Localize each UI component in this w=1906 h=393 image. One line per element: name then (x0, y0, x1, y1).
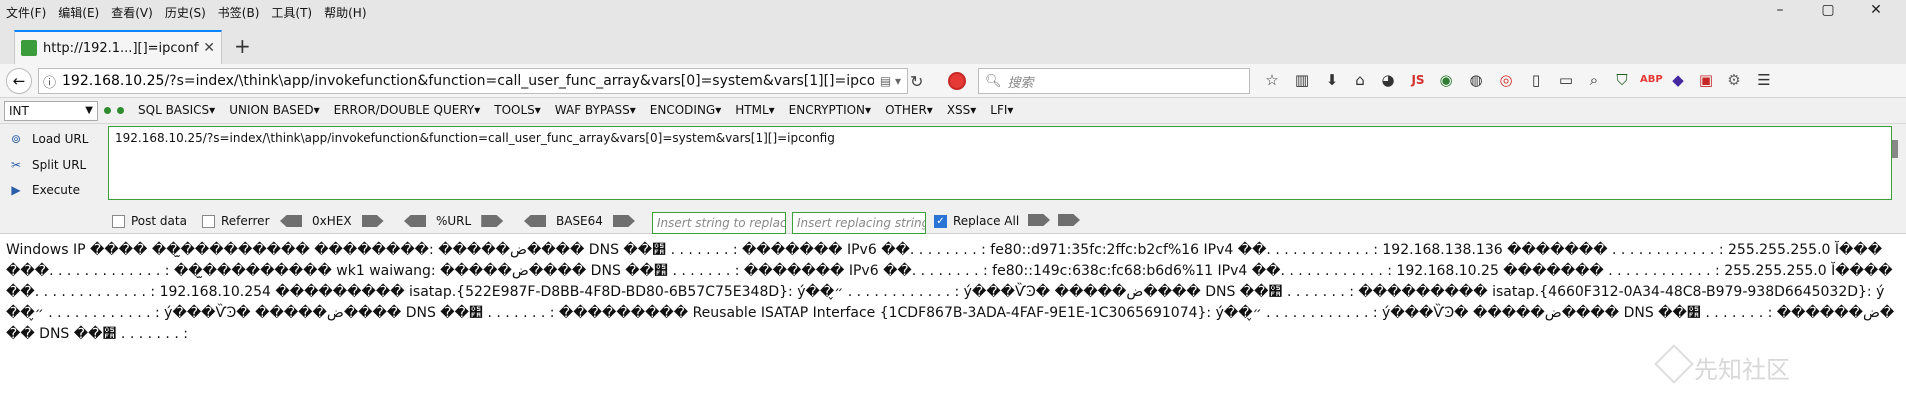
minimize-button[interactable]: – (1760, 2, 1800, 24)
menu-bookmarks[interactable]: 书签(B) (212, 4, 266, 21)
menu-sql-basics[interactable]: SQL BASICS▾ (138, 103, 215, 117)
menu-waf-bypass[interactable]: WAF BYPASS▾ (555, 103, 636, 117)
extension-icon[interactable]: ▣ (1696, 70, 1716, 90)
execute-button[interactable]: ▶ Execute (8, 179, 80, 201)
encoding-select[interactable]: INT ▼ (4, 101, 98, 121)
tab-title: http://192.1...][]=ipconfig (43, 40, 200, 56)
menu-edit[interactable]: 编辑(E) (52, 4, 105, 21)
menu-tools[interactable]: 工具(T) (265, 4, 318, 21)
target-icon[interactable]: ◎ (1496, 70, 1516, 90)
close-window-button[interactable]: ✕ (1856, 2, 1896, 24)
search-placeholder: 搜索 (1007, 75, 1034, 91)
back-button[interactable]: ← (6, 68, 32, 94)
library-icon[interactable]: ▥ (1292, 70, 1312, 90)
tab-active[interactable]: http://192.1...][]=ipconfig ✕ (14, 30, 222, 64)
new-tab-button[interactable]: + (234, 34, 251, 58)
adblock-icon[interactable]: ABP (1640, 70, 1663, 90)
menu-xss[interactable]: XSS▾ (947, 103, 976, 117)
download-icon[interactable]: ⬇ (1322, 70, 1342, 90)
close-tab-icon[interactable]: ✕ (203, 40, 215, 56)
bookmark-star-icon[interactable]: ☆ (1262, 70, 1282, 90)
palette-icon[interactable]: ◍ (1466, 70, 1486, 90)
info-icon[interactable]: ⓘ (43, 72, 56, 91)
page-output: Windows IP ���� ��̫��������� ��������: �… (6, 242, 1895, 342)
favicon-icon (21, 40, 37, 56)
replacing-string-input[interactable]: Insert replacing string (792, 212, 926, 234)
menu-help[interactable]: 帮助(H) (318, 4, 372, 21)
screenshot-icon[interactable]: ▭ (1556, 70, 1576, 90)
decode-arrow-icon (524, 215, 546, 227)
hackbar-toolbar: INT ▼ SQL BASICS▾ UNION BASED▾ ERROR/DOUB… (0, 98, 1906, 124)
url-textarea[interactable]: 192.168.10.25/?s=index/\think\app/invoke… (108, 126, 1892, 200)
shield-icon[interactable]: ⛉ (1612, 70, 1632, 90)
replace-string-input[interactable]: Insert string to replace (652, 212, 786, 234)
nav-bar: ← ⓘ 192.168.10.25/?s=index/\think\app/in… (0, 64, 1906, 98)
split-url-button[interactable]: ✂ Split URL (8, 154, 86, 176)
watermark-logo-icon (1654, 344, 1694, 384)
hackbar-panel: ⊚ Load URL ✂ Split URL ▶ Execute 192.168… (0, 124, 1906, 208)
search-icon: 🔍︎ (985, 73, 1002, 89)
menu-encryption[interactable]: ENCRYPTION▾ (789, 103, 871, 117)
globe-icon[interactable]: ◉ (1436, 70, 1456, 90)
decode-arrow-icon (404, 215, 426, 227)
reload-icon[interactable]: ↻ (910, 72, 923, 91)
search-bar[interactable]: 🔍︎ 搜索 (978, 68, 1250, 94)
home-icon[interactable]: ⌂ (1350, 70, 1370, 90)
load-url-button[interactable]: ⊚ Load URL (8, 128, 88, 150)
replace-all-checkbox[interactable]: ✓ Replace All (934, 214, 1019, 228)
decode-arrow-icon (280, 215, 302, 227)
encode-arrow-icon (361, 215, 384, 227)
referrer-checkbox[interactable]: Referrer (202, 214, 270, 228)
menu-view[interactable]: 查看(V) (105, 4, 159, 21)
post-data-checkbox[interactable]: Post data (112, 214, 187, 228)
load-url-icon: ⊚ (10, 132, 22, 146)
zoom-icon[interactable]: ⌕ (1584, 70, 1604, 90)
menu-bar: 文件(F) 编辑(E) 查看(V) 历史(S) 书签(B) 工具(T) 帮助(H… (0, 0, 1906, 24)
encode-arrow-icon (481, 215, 504, 227)
menu-encoding[interactable]: ENCODING▾ (650, 103, 721, 117)
menu-html[interactable]: HTML▾ (735, 103, 774, 117)
js-icon[interactable]: JS (1408, 70, 1428, 90)
execute-icon: ▶ (11, 183, 21, 197)
block-icon[interactable] (948, 72, 966, 90)
hamburger-menu-icon[interactable]: ☰ (1754, 70, 1774, 90)
settings-icon[interactable]: ⚙ (1724, 70, 1744, 90)
split-url-icon: ✂ (10, 158, 22, 172)
reader-icon[interactable]: ▤ ▾ (874, 74, 907, 88)
menu-lfi[interactable]: LFI▾ (990, 103, 1013, 117)
maximize-button[interactable]: ▢ (1808, 2, 1848, 24)
menu-history[interactable]: 历史(S) (159, 4, 212, 21)
replace-arrows[interactable] (1028, 214, 1080, 226)
clipboard-icon[interactable]: ▯ (1526, 70, 1546, 90)
textarea-scrollbar[interactable] (1892, 140, 1898, 158)
menu-tools-hb[interactable]: TOOLS▾ (494, 103, 541, 117)
hex-encode-control[interactable]: 0xHEX (280, 214, 384, 228)
menu-other[interactable]: OTHER▾ (885, 103, 933, 117)
tab-strip: http://192.1...][]=ipconfig ✕ (0, 24, 1906, 64)
url-encode-control[interactable]: %URL (404, 214, 504, 228)
addon-icon[interactable]: ◕ (1378, 70, 1398, 90)
hackbar-options: Post data Referrer 0xHEX %URL BASE64 Ins… (0, 208, 1906, 234)
watermark: 先知社区 (1694, 356, 1790, 384)
diamond-icon[interactable]: ◆ (1668, 70, 1688, 90)
status-dots (104, 107, 124, 114)
base64-encode-control[interactable]: BASE64 (524, 214, 635, 228)
url-text[interactable]: 192.168.10.25/?s=index/\think\app/invoke… (62, 73, 874, 89)
menu-error-double-query[interactable]: ERROR/DOUBLE QUERY▾ (334, 103, 481, 117)
menu-file[interactable]: 文件(F) (0, 4, 52, 21)
menu-union-based[interactable]: UNION BASED▾ (229, 103, 319, 117)
encode-arrow-icon (612, 215, 635, 227)
url-bar[interactable]: ⓘ 192.168.10.25/?s=index/\think\app/invo… (38, 68, 908, 94)
